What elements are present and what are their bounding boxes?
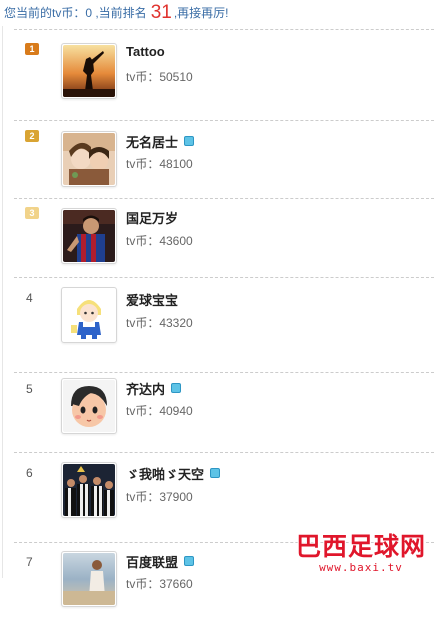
vip-badge-icon [171,383,182,393]
avatar-footballer[interactable] [61,208,117,264]
username[interactable]: ゞ我啪ゞ天空 [126,464,221,483]
coin-count: tv币：43320 [126,316,193,330]
leaderboard-row: 2 无名居士 tv币：48100 [14,121,434,199]
vip-badge-icon [184,556,195,566]
watermark-url: www.baxi.tv [319,561,403,574]
current-rank-value: 31 [150,2,172,23]
username-text: ゞ我啪ゞ天空 [126,467,205,482]
rank-medal-icon: 3 [25,207,39,219]
username-text: 无名居士 [126,135,179,150]
avatar-team-celebration[interactable] [61,462,117,518]
rank-number: 7 [26,555,33,569]
coin-count: tv币：50510 [126,70,193,84]
site-watermark: 巴西足球网 www.baxi.tv [295,532,426,575]
leaderboard-row: 6 ゞ我啪ゞ天空 tv币：37900 [14,453,434,543]
status-prefix: 您当前的tv币：0 ,当前排名 [4,6,147,20]
rank-number: 4 [26,291,33,305]
coin-count: tv币：48100 [126,157,193,171]
left-divider [2,26,3,578]
avatar-silhouette-sunset[interactable] [61,43,117,99]
username[interactable]: 国足万岁 [126,208,178,227]
avatar-cartoon-fan[interactable] [61,287,117,343]
username[interactable]: 无名居士 [126,132,195,151]
user-status-bar: 您当前的tv币：0 ,当前排名 31 ,再接再厉! [4,0,229,24]
watermark-title: 巴西足球网 [295,532,426,561]
avatar-anime-girl[interactable] [61,131,117,187]
status-suffix: ,再接再厉! [173,6,229,20]
avatar-cartoon-face[interactable] [61,378,117,434]
avatar-beach-photo[interactable] [61,551,117,607]
coin-count: tv币：37900 [126,490,193,504]
rank-number: 6 [26,466,33,480]
username[interactable]: 爱球宝宝 [126,290,178,309]
rank-number: 5 [26,382,33,396]
leaderboard-row: 3 国足万岁 tv币：43600 [14,199,434,278]
username[interactable]: 齐达内 [126,379,182,398]
vip-badge-icon [184,136,195,146]
username[interactable]: Tattoo [126,44,165,59]
coin-count: tv币：40940 [126,404,193,418]
username[interactable]: 百度联盟 [126,552,195,571]
leaderboard-row: 5 齐达内 tv币：40940 [14,373,434,453]
leaderboard-row: 4 爱球宝宝 tv币：43320 [14,278,434,373]
rank-medal-icon: 1 [25,43,39,55]
username-text: 百度联盟 [126,555,179,570]
rank-medal-icon: 2 [25,130,39,142]
coin-count: tv币：43600 [126,234,193,248]
username-text: 齐达内 [126,382,166,397]
leaderboard-row: 1 Tattoo tv币：50510 [14,29,434,121]
vip-badge-icon [210,468,221,478]
